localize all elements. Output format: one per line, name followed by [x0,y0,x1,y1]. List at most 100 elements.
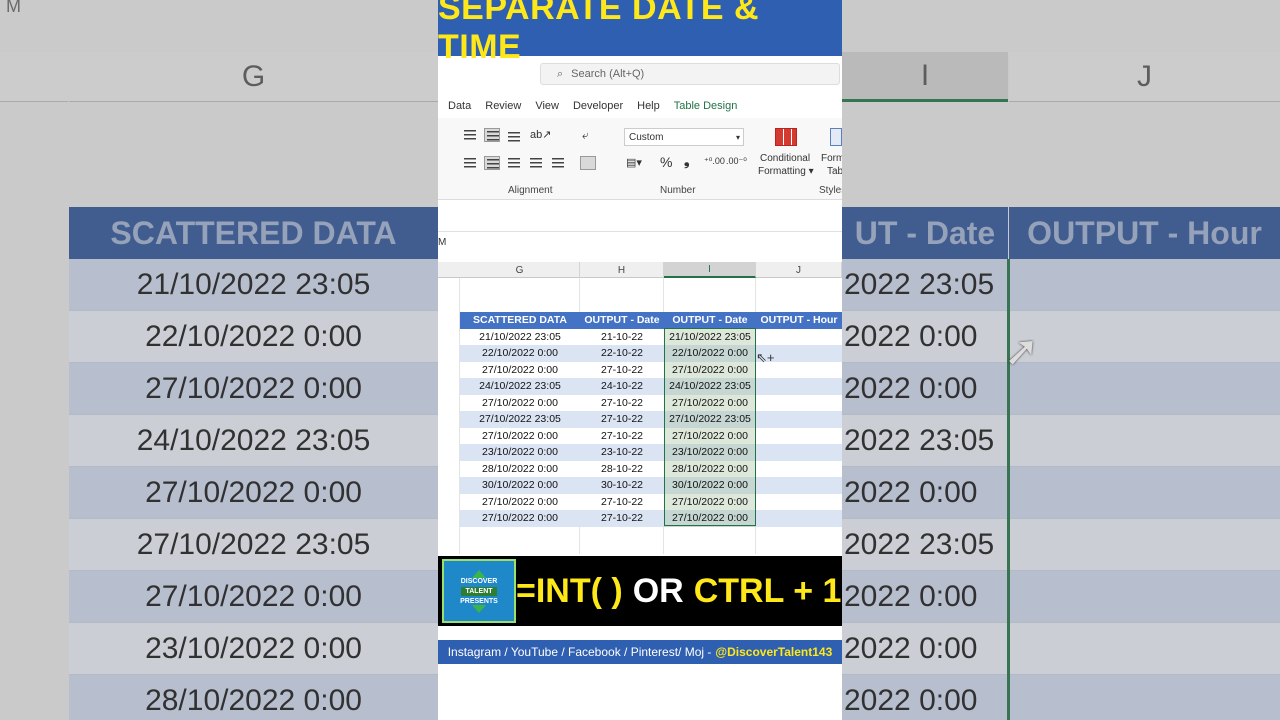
table-cell[interactable]: 21-10-22 [580,329,664,346]
conditional-formatting-icon[interactable] [775,128,797,146]
table-cell[interactable]: 27-10-22 [580,510,664,527]
format-table-icon[interactable] [830,128,842,146]
table-cell[interactable]: 24/10/2022 23:05 [664,378,756,395]
table-cell[interactable] [756,461,842,478]
table-cell[interactable]: 30/10/2022 0:00 [460,477,580,494]
table-cell[interactable] [756,428,842,445]
format-table-label2[interactable]: Tab [827,166,842,177]
table-cell[interactable]: 27-10-22 [580,494,664,511]
table-cell[interactable]: 30/10/2022 0:00 [664,477,756,494]
table-cell[interactable]: 27/10/2022 0:00 [460,428,580,445]
table-cell[interactable]: 28/10/2022 0:00 [460,461,580,478]
table-cell[interactable]: 22/10/2022 0:00 [664,345,756,362]
align-top-icon[interactable] [462,128,478,142]
table-cell[interactable]: 23-10-22 [580,444,664,461]
table-header-cell[interactable]: OUTPUT - Date [580,312,664,329]
table-cell[interactable] [756,510,842,527]
table-cell[interactable]: 27/10/2022 23:05 [460,411,580,428]
table-cell[interactable] [756,329,842,346]
formula-bar-area [438,200,842,232]
tab-help[interactable]: Help [637,100,660,112]
tab-data[interactable]: Data [448,100,471,112]
table-cell[interactable]: 27/10/2022 0:00 [460,395,580,412]
logo-line3: PRESENTS [460,597,498,605]
table-cell[interactable]: 27/10/2022 0:00 [664,510,756,527]
table-header-cell[interactable]: OUTPUT - Hour [756,312,842,329]
conditional-formatting-label2[interactable]: Formatting ▾ [758,166,814,177]
column-header-h[interactable]: H [580,262,664,278]
table-cell[interactable] [756,494,842,511]
banner-formula: =INT( ) [516,571,623,610]
table-cell[interactable]: 27/10/2022 0:00 [664,394,756,411]
tab-view[interactable]: View [535,100,559,112]
merge-center-icon[interactable] [580,156,596,170]
orientation-icon[interactable]: ab↗ [530,128,551,141]
align-left-icon[interactable] [462,156,478,170]
number-format-select[interactable]: Custom ▾ [624,128,744,146]
table-cell[interactable]: 23/10/2022 0:00 [460,444,580,461]
search-input[interactable]: ⌕ Search (Alt+Q) [540,63,840,85]
table-row: 27/10/2022 0:00 27-10-22 27/10/2022 0:00 [460,394,842,412]
name-box[interactable]: M [438,237,446,248]
increase-decimal-icon[interactable]: ⁺⁰.00 [704,156,725,167]
table-cell[interactable]: 27-10-22 [580,395,664,412]
table-header-cell[interactable]: SCATTERED DATA [460,312,580,329]
table-cell[interactable]: 24-10-22 [580,378,664,395]
table-cell[interactable]: 21/10/2022 23:05 [664,328,756,345]
table-cell[interactable] [756,477,842,494]
column-header-i[interactable]: I [664,262,756,278]
tab-developer[interactable]: Developer [573,100,623,112]
column-header-g[interactable]: G [460,262,580,278]
banner-text: =INT( ) OR CTRL + 1 [516,556,841,626]
align-right-icon[interactable] [506,156,522,170]
increase-indent-icon[interactable] [550,156,566,170]
decrease-indent-icon[interactable] [528,156,544,170]
comma-style-icon[interactable]: ❟ [684,152,690,169]
table-cell[interactable]: 22/10/2022 0:00 [460,345,580,362]
table-cell[interactable] [756,378,842,395]
table-cell[interactable]: 30-10-22 [580,477,664,494]
tab-review[interactable]: Review [485,100,521,112]
accounting-format-icon[interactable]: ▤▾ [626,156,642,169]
table-cell[interactable]: 27/10/2022 0:00 [664,427,756,444]
formula-banner: DISCOVER TALENT PRESENTS =INT( ) OR CTRL… [438,556,842,626]
column-header-j[interactable]: J [756,262,842,278]
table-cell[interactable]: 28-10-22 [580,461,664,478]
number-group-label: Number [660,185,696,196]
table-cell[interactable] [756,395,842,412]
table-cell[interactable]: 24/10/2022 23:05 [460,378,580,395]
format-table-label[interactable]: Form [821,153,842,164]
table-cell[interactable] [756,444,842,461]
table-cell[interactable]: 27-10-22 [580,411,664,428]
table-cell[interactable]: 27/10/2022 0:00 [460,362,580,379]
column-headers: G H I J [438,262,842,278]
percent-style-icon[interactable]: % [660,154,672,170]
table-cell[interactable]: 27-10-22 [580,428,664,445]
tab-table-design[interactable]: Table Design [674,100,738,112]
table-cell[interactable]: 27/10/2022 0:00 [664,361,756,378]
table-cell[interactable] [756,411,842,428]
styles-group-label: Styles [819,185,842,196]
table-row: 30/10/2022 0:00 30-10-22 30/10/2022 0:00 [460,477,842,494]
table-cell[interactable]: 28/10/2022 0:00 [664,460,756,477]
table-header-cell[interactable]: OUTPUT - Date [664,312,756,329]
align-center-icon[interactable] [484,156,500,170]
table-row: 23/10/2022 0:00 23-10-22 23/10/2022 0:00 [460,444,842,461]
table-row: 27/10/2022 0:00 27-10-22 27/10/2022 0:00 [460,361,842,379]
align-bottom-icon[interactable] [506,130,522,144]
wrap-text-icon[interactable]: ⤶ [582,128,589,143]
table-cell[interactable]: 21/10/2022 23:05 [460,329,580,346]
table-row: 22/10/2022 0:00 22-10-22 22/10/2022 0:00 [460,345,842,362]
decrease-decimal-icon[interactable]: .00⁻⁰ [726,156,747,167]
conditional-formatting-label[interactable]: Conditional [760,153,810,164]
table-cell[interactable]: 27-10-22 [580,362,664,379]
table-cell[interactable]: 27/10/2022 0:00 [664,493,756,510]
table-cell[interactable]: 27/10/2022 0:00 [460,510,580,527]
table-cell[interactable]: 27/10/2022 23:05 [664,411,756,428]
table-cell[interactable]: 23/10/2022 0:00 [664,444,756,461]
table-row: 27/10/2022 0:00 27-10-22 27/10/2022 0:00 [460,427,842,445]
table-cell[interactable]: 27/10/2022 0:00 [460,494,580,511]
table-cell[interactable]: 22-10-22 [580,345,664,362]
logo-line1: DISCOVER [460,577,498,585]
align-middle-icon[interactable] [484,128,500,142]
